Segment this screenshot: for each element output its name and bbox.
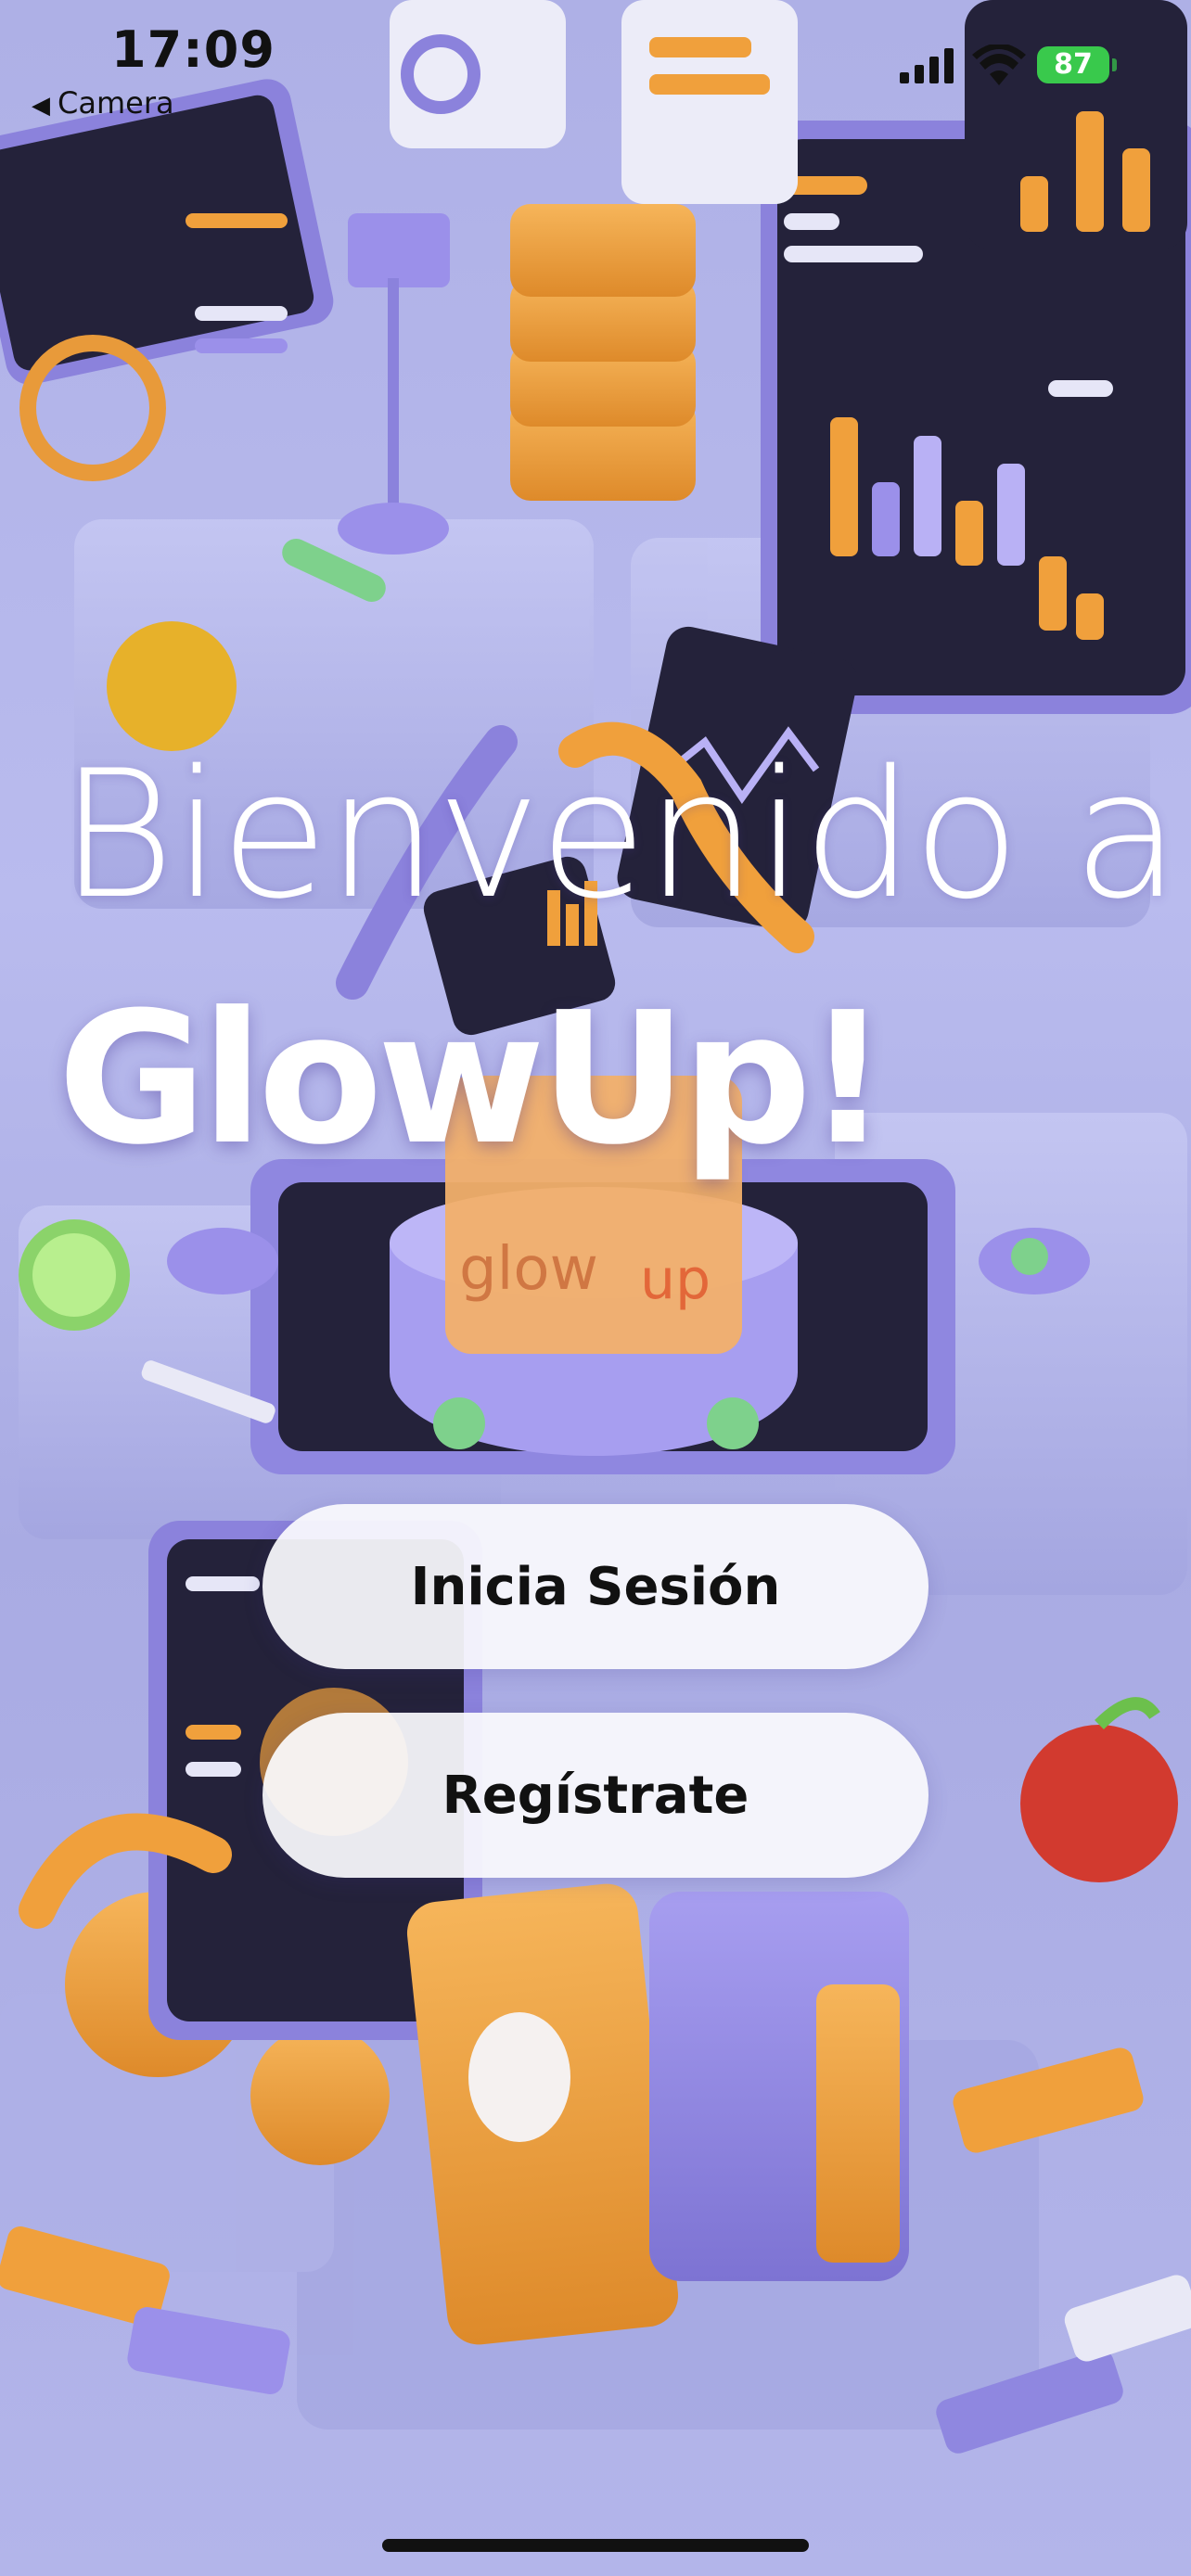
welcome-heading: Bienvenido a <box>59 733 1181 937</box>
status-bar: 17:09 ◀ Camera 87 <box>0 0 1191 139</box>
app-name-heading: GlowUp! <box>58 974 890 1185</box>
battery-indicator: 87 <box>1037 46 1117 83</box>
background-illustration: glow up <box>0 0 1191 2454</box>
welcome-screen: glow up 17:09 ◀ Camera 87 Bienvenido a G… <box>0 0 1191 2576</box>
orange-stack-illustration <box>510 204 696 501</box>
register-button[interactable]: Regístrate <box>263 1713 928 1878</box>
wifi-icon <box>972 45 1026 85</box>
back-arrow-icon: ◀ <box>32 92 50 120</box>
svg-text:up: up <box>640 1247 711 1312</box>
back-to-camera-link[interactable]: ◀ Camera <box>32 85 174 121</box>
status-time: 17:09 <box>111 20 275 79</box>
svg-text:glow: glow <box>459 1235 598 1304</box>
cellular-signal-icon <box>900 48 954 83</box>
home-indicator[interactable] <box>382 2539 809 2552</box>
back-label: Camera <box>58 85 174 121</box>
login-button[interactable]: Inicia Sesión <box>263 1504 928 1669</box>
